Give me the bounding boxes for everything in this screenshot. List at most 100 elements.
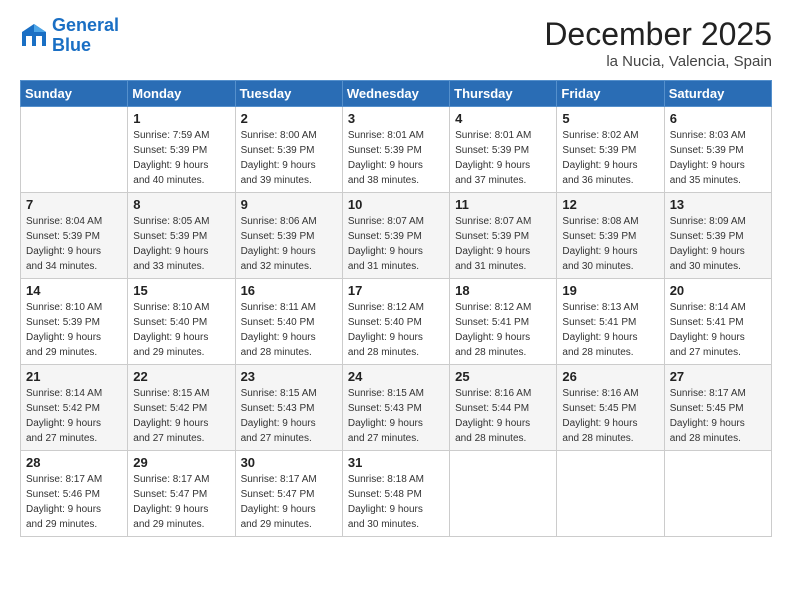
day-number: 14 bbox=[26, 283, 122, 298]
day-info: Sunrise: 8:00 AMSunset: 5:39 PMDaylight:… bbox=[241, 128, 337, 188]
day-info: Sunrise: 8:09 AMSunset: 5:39 PMDaylight:… bbox=[670, 214, 766, 274]
day-info: Sunrise: 8:05 AMSunset: 5:39 PMDaylight:… bbox=[133, 214, 229, 274]
day-info: Sunrise: 8:15 AMSunset: 5:43 PMDaylight:… bbox=[348, 386, 444, 446]
day-cell bbox=[557, 451, 664, 537]
day-number: 25 bbox=[455, 369, 551, 384]
logo-icon bbox=[20, 22, 48, 50]
day-number: 23 bbox=[241, 369, 337, 384]
day-cell: 25 Sunrise: 8:16 AMSunset: 5:44 PMDayligh… bbox=[450, 365, 557, 451]
day-cell: 27 Sunrise: 8:17 AMSunset: 5:45 PMDayligh… bbox=[664, 365, 771, 451]
day-number: 12 bbox=[562, 197, 658, 212]
day-info: Sunrise: 8:01 AMSunset: 5:39 PMDaylight:… bbox=[455, 128, 551, 188]
day-number: 22 bbox=[133, 369, 229, 384]
col-header-tuesday: Tuesday bbox=[235, 81, 342, 107]
col-header-thursday: Thursday bbox=[450, 81, 557, 107]
col-header-wednesday: Wednesday bbox=[342, 81, 449, 107]
day-cell: 24 Sunrise: 8:15 AMSunset: 5:43 PMDayligh… bbox=[342, 365, 449, 451]
day-cell: 2Sunrise: 8:00 AMSunset: 5:39 PMDaylight… bbox=[235, 107, 342, 193]
day-cell: 10 Sunrise: 8:07 AMSunset: 5:39 PMDayligh… bbox=[342, 193, 449, 279]
day-info: Sunrise: 8:16 AMSunset: 5:45 PMDaylight:… bbox=[562, 386, 658, 446]
day-number: 27 bbox=[670, 369, 766, 384]
day-number: 3 bbox=[348, 111, 444, 126]
day-number: 13 bbox=[670, 197, 766, 212]
day-info: Sunrise: 8:07 AMSunset: 5:39 PMDaylight:… bbox=[455, 214, 551, 274]
day-info: Sunrise: 8:10 AMSunset: 5:39 PMDaylight:… bbox=[26, 300, 122, 360]
day-cell: 5 Sunrise: 8:02 AMSunset: 5:39 PMDaylight… bbox=[557, 107, 664, 193]
day-cell: 30 Sunrise: 8:17 AMSunset: 5:47 PMDayligh… bbox=[235, 451, 342, 537]
calendar: SundayMondayTuesdayWednesdayThursdayFrid… bbox=[20, 80, 772, 537]
day-cell: 1 Sunrise: 7:59 AMSunset: 5:39 PMDaylight… bbox=[128, 107, 235, 193]
day-cell: 22 Sunrise: 8:15 AMSunset: 5:42 PMDayligh… bbox=[128, 365, 235, 451]
day-info: Sunrise: 8:11 AMSunset: 5:40 PMDaylight:… bbox=[241, 300, 337, 360]
day-info: Sunrise: 7:59 AMSunset: 5:39 PMDaylight:… bbox=[133, 128, 229, 188]
day-cell: 11 Sunrise: 8:07 AMSunset: 5:39 PMDayligh… bbox=[450, 193, 557, 279]
day-info: Sunrise: 8:17 AMSunset: 5:45 PMDaylight:… bbox=[670, 386, 766, 446]
day-cell: 19 Sunrise: 8:13 AMSunset: 5:41 PMDayligh… bbox=[557, 279, 664, 365]
day-cell bbox=[450, 451, 557, 537]
day-number: 10 bbox=[348, 197, 444, 212]
day-info: Sunrise: 8:10 AMSunset: 5:40 PMDaylight:… bbox=[133, 300, 229, 360]
day-number: 15 bbox=[133, 283, 229, 298]
day-number: 7 bbox=[26, 197, 122, 212]
week-row-1: 7Sunrise: 8:04 AMSunset: 5:39 PMDaylight… bbox=[21, 193, 772, 279]
day-cell: 29Sunrise: 8:17 AMSunset: 5:47 PMDayligh… bbox=[128, 451, 235, 537]
day-info: Sunrise: 8:17 AMSunset: 5:46 PMDaylight:… bbox=[26, 472, 122, 532]
day-number: 18 bbox=[455, 283, 551, 298]
day-number: 24 bbox=[348, 369, 444, 384]
day-cell: 16 Sunrise: 8:11 AMSunset: 5:40 PMDayligh… bbox=[235, 279, 342, 365]
day-info: Sunrise: 8:17 AMSunset: 5:47 PMDaylight:… bbox=[241, 472, 337, 532]
day-number: 30 bbox=[241, 455, 337, 470]
day-cell: 7Sunrise: 8:04 AMSunset: 5:39 PMDaylight… bbox=[21, 193, 128, 279]
week-row-3: 21 Sunrise: 8:14 AMSunset: 5:42 PMDayligh… bbox=[21, 365, 772, 451]
day-info: Sunrise: 8:16 AMSunset: 5:44 PMDaylight:… bbox=[455, 386, 551, 446]
day-info: Sunrise: 8:18 AMSunset: 5:48 PMDaylight:… bbox=[348, 472, 444, 532]
day-cell: 20Sunrise: 8:14 AMSunset: 5:41 PMDayligh… bbox=[664, 279, 771, 365]
calendar-header-row: SundayMondayTuesdayWednesdayThursdayFrid… bbox=[21, 81, 772, 107]
day-info: Sunrise: 8:07 AMSunset: 5:39 PMDaylight:… bbox=[348, 214, 444, 274]
day-cell: 23Sunrise: 8:15 AMSunset: 5:43 PMDayligh… bbox=[235, 365, 342, 451]
subtitle: la Nucia, Valencia, Spain bbox=[544, 53, 772, 70]
day-info: Sunrise: 8:12 AMSunset: 5:40 PMDaylight:… bbox=[348, 300, 444, 360]
day-number: 16 bbox=[241, 283, 337, 298]
day-number: 19 bbox=[562, 283, 658, 298]
day-info: Sunrise: 8:08 AMSunset: 5:39 PMDaylight:… bbox=[562, 214, 658, 274]
main-title: December 2025 bbox=[544, 16, 772, 53]
logo-text: General Blue bbox=[52, 16, 119, 56]
day-number: 1 bbox=[133, 111, 229, 126]
day-cell: 21 Sunrise: 8:14 AMSunset: 5:42 PMDayligh… bbox=[21, 365, 128, 451]
day-number: 26 bbox=[562, 369, 658, 384]
day-cell bbox=[21, 107, 128, 193]
day-info: Sunrise: 8:01 AMSunset: 5:39 PMDaylight:… bbox=[348, 128, 444, 188]
day-cell: 6 Sunrise: 8:03 AMSunset: 5:39 PMDaylight… bbox=[664, 107, 771, 193]
day-number: 31 bbox=[348, 455, 444, 470]
day-number: 11 bbox=[455, 197, 551, 212]
day-number: 17 bbox=[348, 283, 444, 298]
day-number: 5 bbox=[562, 111, 658, 126]
day-cell bbox=[664, 451, 771, 537]
day-number: 6 bbox=[670, 111, 766, 126]
header: General Blue December 2025 la Nucia, Val… bbox=[20, 16, 772, 70]
day-number: 21 bbox=[26, 369, 122, 384]
week-row-4: 28Sunrise: 8:17 AMSunset: 5:46 PMDayligh… bbox=[21, 451, 772, 537]
day-info: Sunrise: 8:14 AMSunset: 5:41 PMDaylight:… bbox=[670, 300, 766, 360]
col-header-monday: Monday bbox=[128, 81, 235, 107]
day-info: Sunrise: 8:02 AMSunset: 5:39 PMDaylight:… bbox=[562, 128, 658, 188]
week-row-2: 14 Sunrise: 8:10 AMSunset: 5:39 PMDayligh… bbox=[21, 279, 772, 365]
day-info: Sunrise: 8:03 AMSunset: 5:39 PMDaylight:… bbox=[670, 128, 766, 188]
day-cell: 17 Sunrise: 8:12 AMSunset: 5:40 PMDayligh… bbox=[342, 279, 449, 365]
day-number: 29 bbox=[133, 455, 229, 470]
page: General Blue December 2025 la Nucia, Val… bbox=[0, 0, 792, 612]
day-number: 8 bbox=[133, 197, 229, 212]
day-info: Sunrise: 8:14 AMSunset: 5:42 PMDaylight:… bbox=[26, 386, 122, 446]
day-info: Sunrise: 8:15 AMSunset: 5:42 PMDaylight:… bbox=[133, 386, 229, 446]
day-cell: 3 Sunrise: 8:01 AMSunset: 5:39 PMDaylight… bbox=[342, 107, 449, 193]
day-info: Sunrise: 8:13 AMSunset: 5:41 PMDaylight:… bbox=[562, 300, 658, 360]
day-cell: 31 Sunrise: 8:18 AMSunset: 5:48 PMDayligh… bbox=[342, 451, 449, 537]
day-cell: 18 Sunrise: 8:12 AMSunset: 5:41 PMDayligh… bbox=[450, 279, 557, 365]
week-row-0: 1 Sunrise: 7:59 AMSunset: 5:39 PMDaylight… bbox=[21, 107, 772, 193]
day-info: Sunrise: 8:12 AMSunset: 5:41 PMDaylight:… bbox=[455, 300, 551, 360]
title-block: December 2025 la Nucia, Valencia, Spain bbox=[544, 16, 772, 70]
day-cell: 28Sunrise: 8:17 AMSunset: 5:46 PMDayligh… bbox=[21, 451, 128, 537]
day-cell: 9Sunrise: 8:06 AMSunset: 5:39 PMDaylight… bbox=[235, 193, 342, 279]
day-cell: 13 Sunrise: 8:09 AMSunset: 5:39 PMDayligh… bbox=[664, 193, 771, 279]
